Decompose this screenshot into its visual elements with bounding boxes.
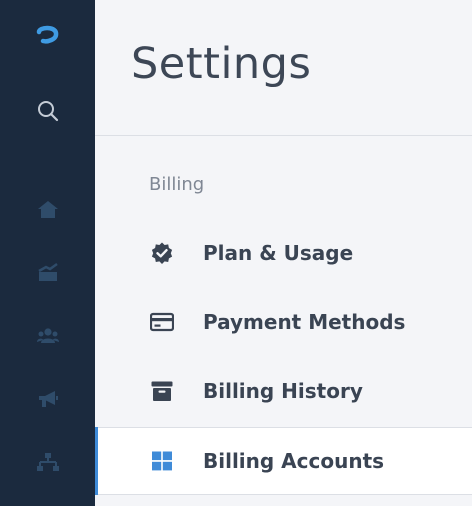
settings-main: Settings Billing Plan & Usage Payment Me… <box>95 0 472 506</box>
credit-card-icon <box>150 289 174 355</box>
menu-item-payment-methods[interactable]: Payment Methods <box>95 289 472 355</box>
active-indicator <box>95 427 98 495</box>
section-label-billing: Billing <box>149 174 205 195</box>
menu-item-billing-accounts[interactable]: Billing Accounts <box>95 427 472 495</box>
sidebar <box>0 0 95 506</box>
home-icon[interactable] <box>0 189 95 229</box>
menu-item-label: Billing History <box>203 379 363 403</box>
menu-item-label: Plan & Usage <box>203 241 354 265</box>
grid-icon <box>150 428 174 494</box>
verified-badge-icon <box>150 220 174 286</box>
divider <box>95 135 472 136</box>
page-title: Settings <box>131 39 312 89</box>
megaphone-icon[interactable] <box>0 379 95 419</box>
sitemap-icon[interactable] <box>0 442 95 482</box>
logo-icon[interactable] <box>0 16 95 56</box>
people-icon[interactable] <box>0 316 95 356</box>
menu-item-label: Payment Methods <box>203 310 406 334</box>
menu-item-label: Billing Accounts <box>203 449 385 473</box>
chart-icon[interactable] <box>0 252 95 292</box>
menu-item-billing-history[interactable]: Billing History <box>95 358 472 424</box>
archive-box-icon <box>150 358 174 424</box>
menu-item-plan-usage[interactable]: Plan & Usage <box>95 220 472 286</box>
search-icon[interactable] <box>0 91 95 131</box>
